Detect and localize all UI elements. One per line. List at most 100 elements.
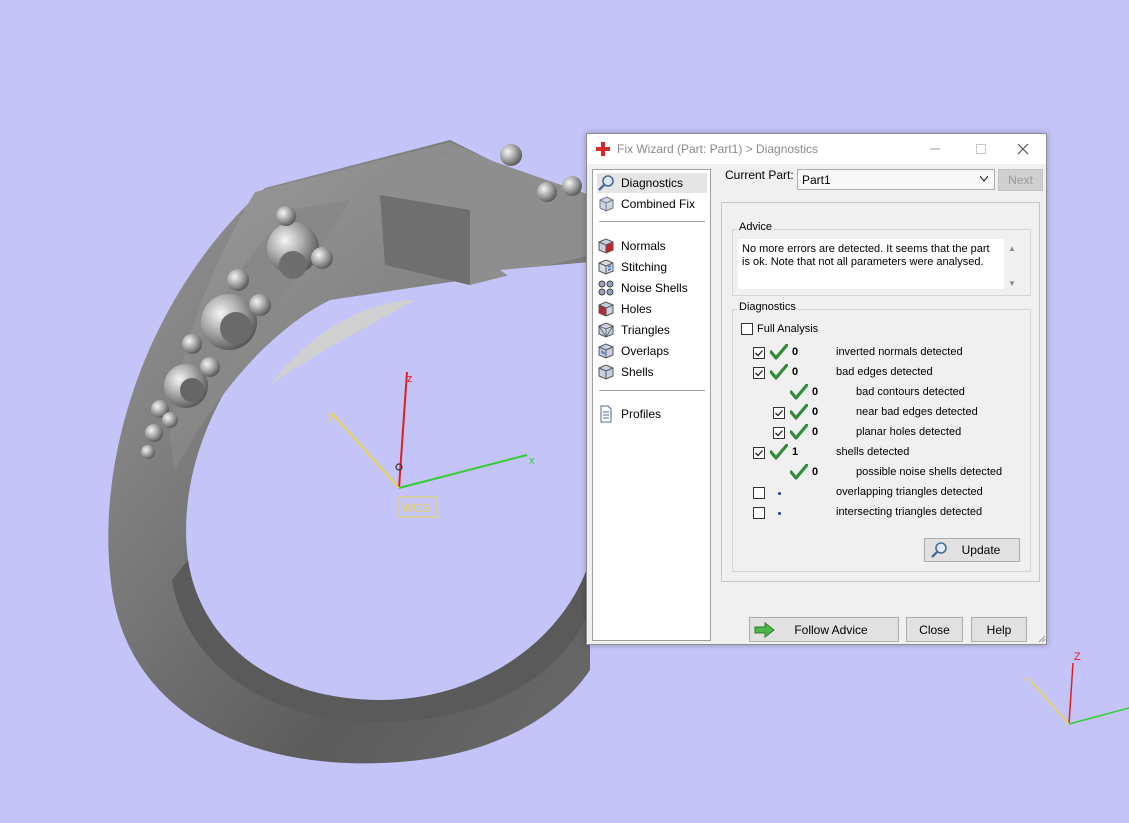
fix-wizard-dialog: Fix Wizard (Part: Part1) > Diagnostics D…: [586, 133, 1047, 645]
diagnostic-checkbox[interactable]: [753, 447, 765, 459]
diagnostic-checkbox[interactable]: [753, 507, 765, 519]
next-button[interactable]: Next: [998, 169, 1043, 191]
next-button-label: Next: [1008, 173, 1033, 187]
diagnostic-checkbox[interactable]: [753, 367, 765, 379]
nav-item-holes[interactable]: Holes: [597, 299, 707, 319]
current-part-label: Current Part:: [725, 168, 794, 182]
resize-grip-icon[interactable]: [1037, 634, 1046, 643]
window-title: Fix Wizard (Part: Part1) > Diagnostics: [617, 142, 819, 156]
diagnostic-count: 0: [812, 386, 819, 398]
diagnostic-label: possible noise shells detected: [856, 466, 1003, 478]
diagnostic-count: 0: [792, 366, 799, 378]
minimize-button[interactable]: [912, 134, 958, 164]
diagnostics-title: Diagnostics: [737, 301, 798, 313]
nav-item-combined-fix[interactable]: Combined Fix: [597, 194, 707, 214]
combined-fix-icon: [599, 196, 614, 212]
scroll-up-icon[interactable]: ▲: [1008, 242, 1016, 255]
chevron-down-icon: [980, 176, 988, 182]
close-label: Close: [919, 622, 950, 637]
checkmark-icon: [755, 350, 763, 357]
help-label: Help: [986, 622, 1012, 637]
diagnostic-checkbox[interactable]: [753, 487, 765, 499]
diagnostic-checkbox[interactable]: [773, 427, 785, 439]
diagnostic-label: near bad edges detected: [856, 406, 978, 418]
advice-title: Advice: [737, 221, 775, 233]
diagnostic-label: planar holes detected: [856, 426, 962, 438]
title-bar[interactable]: Fix Wizard (Part: Part1) > Diagnostics: [587, 134, 1046, 164]
nav-label: Triangles: [621, 323, 670, 337]
green-check-icon: [770, 344, 788, 360]
diagnostic-count: 0: [812, 426, 819, 438]
diagnostic-count: 0: [812, 406, 819, 418]
update-label: Update: [961, 543, 1001, 557]
green-check-icon: [790, 404, 808, 420]
close-icon: [1017, 143, 1029, 155]
close-window-button[interactable]: [1000, 134, 1046, 164]
diagnostic-label: bad edges detected: [836, 366, 933, 378]
diagnostic-label: inverted normals detected: [836, 346, 963, 358]
nav-item-shells[interactable]: Shells: [597, 362, 707, 382]
diagnostic-checkbox[interactable]: [773, 407, 785, 419]
green-check-icon: [770, 444, 788, 460]
overlaps-cube-icon: [598, 343, 614, 359]
nav-label: Combined Fix: [621, 197, 696, 211]
help-button[interactable]: Help: [971, 617, 1027, 642]
checkmark-icon: [775, 430, 783, 437]
nav-separator: [599, 221, 705, 222]
not-analysed-dot-icon: [778, 512, 781, 515]
close-button[interactable]: Close: [906, 617, 963, 642]
ring-model[interactable]: [108, 140, 600, 764]
diagnostic-label: intersecting triangles detected: [836, 506, 983, 518]
advice-scrollbar[interactable]: ▲ ▼: [1004, 239, 1020, 289]
nav-label: Stitching: [621, 260, 668, 274]
diagnostic-label: bad contours detected: [856, 386, 965, 398]
mini-axis-y-label: Y: [1024, 676, 1031, 687]
diagnostic-count: 0: [792, 346, 799, 358]
profiles-doc-icon: [600, 405, 612, 423]
nav-label: Normals: [621, 239, 666, 253]
checkmark-icon: [755, 370, 763, 377]
follow-advice-button[interactable]: Follow Advice: [749, 617, 899, 642]
nav-label: Diagnostics: [621, 176, 684, 190]
green-check-icon: [790, 384, 808, 400]
advice-text-box[interactable]: No more errors are detected. It seems th…: [738, 239, 1020, 289]
scroll-down-icon[interactable]: ▼: [1008, 277, 1016, 290]
axis-y-label: y: [328, 411, 334, 423]
nav-item-diagnostics[interactable]: Diagnostics: [597, 173, 707, 193]
axis-z-label: z: [407, 373, 413, 385]
diagnostic-label: overlapping triangles detected: [836, 486, 983, 498]
nav-item-noise-shells[interactable]: Noise Shells: [597, 278, 707, 298]
shells-cube-icon: [598, 364, 614, 380]
noise-shells-icon: [598, 280, 614, 296]
green-check-icon: [770, 364, 788, 380]
nav-item-overlaps[interactable]: Overlaps: [597, 341, 707, 361]
diagnostic-checkbox[interactable]: [753, 347, 765, 359]
checkmark-icon: [775, 410, 783, 417]
current-part-value: Part1: [802, 173, 831, 187]
nav-label: Shells: [621, 365, 654, 379]
full-analysis-label: Full Analysis: [757, 323, 819, 335]
magnifier-icon: [598, 175, 614, 191]
update-button[interactable]: Update: [924, 538, 1020, 562]
wizard-navigation: Diagnostics Combined Fix Normals Stitchi…: [592, 169, 711, 641]
axis-x-label: x: [529, 455, 535, 467]
magnifier-icon: [931, 542, 947, 558]
maximize-icon: [976, 144, 986, 154]
maximize-button[interactable]: [958, 134, 1004, 164]
nav-item-profiles[interactable]: Profiles: [597, 404, 707, 424]
green-check-icon: [790, 424, 808, 440]
red-cross-icon: [596, 142, 610, 156]
nav-label: Noise Shells: [621, 281, 688, 295]
diagnostic-label: shells detected: [836, 446, 910, 458]
nav-item-normals[interactable]: Normals: [597, 236, 707, 256]
nav-label: Overlaps: [621, 344, 670, 358]
nav-item-stitching[interactable]: Stitching: [597, 257, 707, 277]
wcs-label: WCS: [402, 501, 430, 515]
current-part-select[interactable]: Part1: [797, 169, 995, 190]
view-orientation-axes: Z Y: [1024, 651, 1129, 725]
checkmark-icon: [755, 450, 763, 457]
not-analysed-dot-icon: [778, 492, 781, 495]
full-analysis-checkbox[interactable]: [741, 323, 753, 335]
nav-label: Profiles: [621, 407, 662, 421]
nav-item-triangles[interactable]: Triangles: [597, 320, 707, 340]
